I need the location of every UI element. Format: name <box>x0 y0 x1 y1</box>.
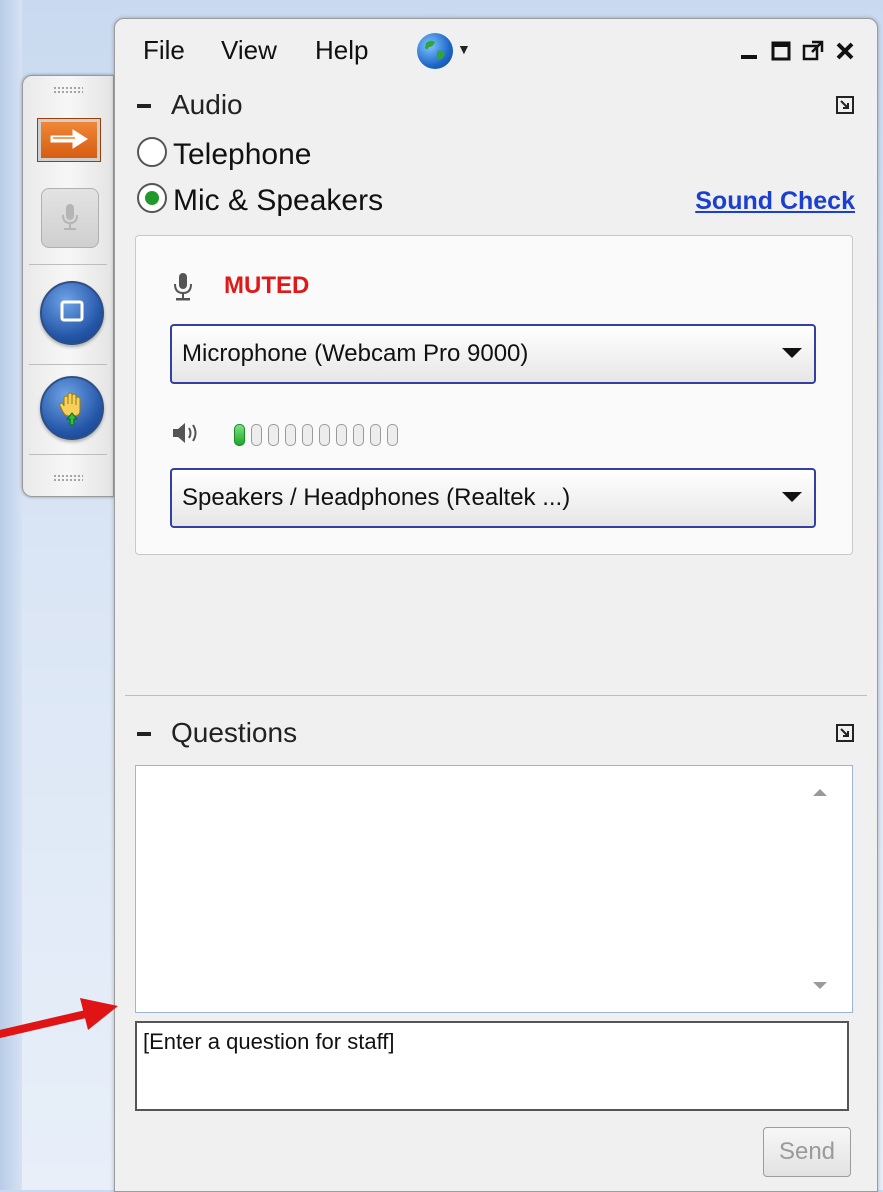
speakers-select[interactable]: Speakers / Headphones (Realtek ...) <box>170 468 816 528</box>
collapse-icon[interactable] <box>135 725 153 743</box>
level-segment <box>353 424 364 446</box>
audio-panel-footer <box>125 579 867 696</box>
microphone-select[interactable]: Microphone (Webcam Pro 9000) <box>170 324 816 384</box>
level-segment <box>319 424 330 446</box>
collapse-icon[interactable] <box>135 97 153 115</box>
raise-hand-icon[interactable] <box>40 376 104 440</box>
menu-file[interactable]: File <box>143 35 185 66</box>
chevron-down-icon[interactable]: ▼ <box>457 41 471 57</box>
popout-icon[interactable] <box>835 95 855 115</box>
level-segment <box>370 424 381 446</box>
toolbar-grip-bottom[interactable] <box>53 474 83 482</box>
question-input[interactable]: [Enter a question for staff] <box>135 1021 849 1111</box>
level-segment <box>387 424 398 446</box>
level-segment <box>251 424 262 446</box>
radio-button-selected[interactable] <box>137 183 167 213</box>
speakers-select-value: Speakers / Headphones (Realtek ...) <box>182 484 571 511</box>
arrow-right-icon[interactable] <box>37 118 101 162</box>
square-icon[interactable] <box>40 281 104 345</box>
menu-help[interactable]: Help <box>315 35 368 66</box>
speaker-icon <box>170 420 200 451</box>
toolbar-divider <box>29 454 107 455</box>
sound-check-link[interactable]: Sound Check <box>695 187 855 216</box>
radio-telephone-label: Telephone <box>173 138 312 171</box>
radio-mic-speakers[interactable]: Mic & Speakers <box>137 183 383 218</box>
popout-icon[interactable] <box>835 723 855 743</box>
microphone-icon[interactable] <box>41 188 99 248</box>
minimize-icon[interactable] <box>737 39 761 63</box>
radio-button[interactable] <box>137 137 167 167</box>
microphone-select-value: Microphone (Webcam Pro 9000) <box>182 340 529 367</box>
annotation-arrow-icon <box>0 990 120 1055</box>
close-icon[interactable] <box>833 39 857 63</box>
microphone-icon <box>172 272 194 307</box>
menu-view[interactable]: View <box>221 35 277 66</box>
audio-device-box: MUTED Microphone (Webcam Pro 9000) Speak… <box>135 235 853 555</box>
control-panel-window: File View Help ▼ Audio Telephone Mic & S… <box>114 18 878 1192</box>
level-segment <box>302 424 313 446</box>
side-toolbar <box>22 75 114 497</box>
level-segment <box>268 424 279 446</box>
menu-bar: File View Help ▼ <box>115 19 877 83</box>
toolbar-divider <box>29 364 107 365</box>
toolbar-grip-top[interactable] <box>53 86 83 94</box>
questions-log[interactable] <box>135 765 853 1013</box>
mic-muted-status: MUTED <box>224 272 310 299</box>
popout-icon[interactable] <box>801 39 825 63</box>
questions-panel-header: Questions <box>125 713 867 755</box>
level-segment <box>285 424 296 446</box>
audio-panel-header: Audio <box>125 85 867 127</box>
toolbar-divider <box>29 264 107 265</box>
maximize-icon[interactable] <box>769 39 793 63</box>
level-segment <box>234 424 245 446</box>
audio-panel-title: Audio <box>171 89 243 120</box>
level-segment <box>336 424 347 446</box>
radio-telephone[interactable]: Telephone <box>137 137 311 172</box>
questions-panel-title: Questions <box>171 717 298 748</box>
chevron-down-icon[interactable] <box>782 492 802 502</box>
chevron-down-icon[interactable] <box>782 348 802 358</box>
send-button[interactable]: Send <box>763 1127 851 1177</box>
radio-mic-speakers-label: Mic & Speakers <box>173 184 384 217</box>
globe-icon[interactable] <box>417 33 453 69</box>
